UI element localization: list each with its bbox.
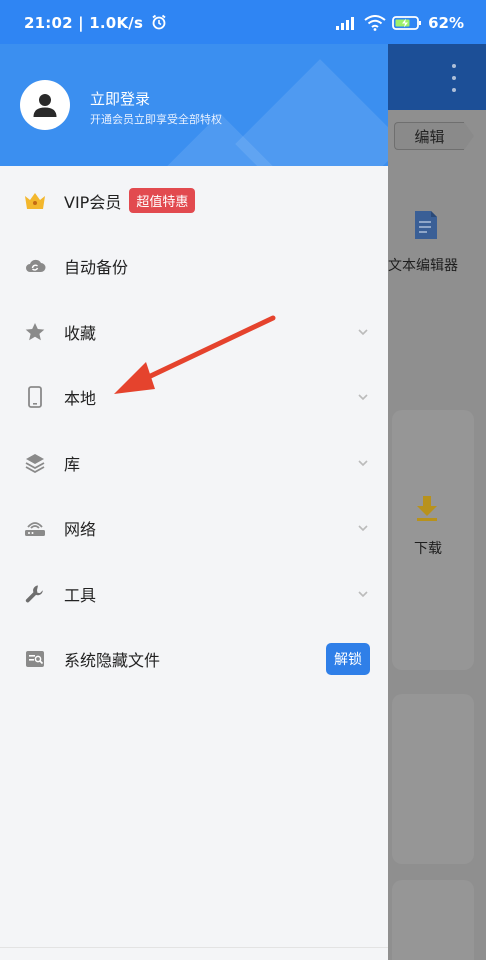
menu-item-label: 收藏	[64, 323, 97, 343]
menu-item-label: 系统隐藏文件	[64, 651, 161, 671]
navigation-drawer: 立即登录 开通会员立即享受全部特权 VIP会员 超值特惠 自动备份 收藏 本地 …	[0, 44, 388, 960]
drawer-menu: VIP会员 超值特惠 自动备份 收藏 本地 库 网络 工具 系统隐藏文件 解锁	[0, 168, 388, 692]
battery-charging-icon	[392, 16, 422, 30]
layers-icon	[24, 452, 46, 474]
status-time: 21:02 | 1.0K/s	[24, 14, 167, 32]
menu-item-local[interactable]: 本地	[0, 365, 388, 431]
wrench-icon	[24, 583, 46, 605]
alarm-icon	[151, 14, 166, 30]
avatar[interactable]	[20, 80, 70, 130]
signal-icon	[336, 17, 355, 30]
menu-item-label: 库	[64, 454, 81, 474]
drawer-header[interactable]: 立即登录 开通会员立即享受全部特权	[0, 44, 388, 166]
chevron-down-icon[interactable]	[358, 590, 368, 598]
chevron-down-icon[interactable]	[358, 459, 368, 467]
status-bar: 21:02 | 1.0K/s 62%	[0, 0, 486, 44]
menu-item-hidden-files[interactable]: 系统隐藏文件 解锁	[0, 627, 388, 693]
text-editor-icon[interactable]	[413, 209, 439, 241]
battery-percent: 62%	[428, 14, 464, 32]
menu-item-network[interactable]: 网络	[0, 496, 388, 562]
menu-item-label: 工具	[64, 585, 97, 605]
promo-badge: 超值特惠	[129, 188, 196, 214]
menu-item-label: 本地	[64, 389, 97, 409]
download-label[interactable]: 下载	[414, 538, 442, 558]
text-editor-label[interactable]: 文本编辑器	[388, 255, 486, 275]
network-router-icon	[24, 517, 46, 539]
login-subtitle: 开通会员立即享受全部特权	[90, 113, 222, 126]
menu-item-label: 网络	[64, 520, 97, 540]
user-icon	[33, 94, 57, 117]
cloud-sync-icon	[24, 255, 46, 277]
wifi-icon	[364, 15, 386, 31]
chevron-down-icon[interactable]	[358, 393, 368, 401]
menu-item-favorites[interactable]: 收藏	[0, 299, 388, 365]
menu-item-label: 自动备份	[64, 258, 129, 278]
menu-item-tools[interactable]: 工具	[0, 561, 388, 627]
phone-icon	[24, 386, 46, 409]
background-card	[392, 880, 474, 960]
header-decoration	[235, 59, 388, 166]
edit-button[interactable]: 编辑	[394, 122, 474, 150]
menu-item-library[interactable]: 库	[0, 430, 388, 496]
crown-icon	[24, 190, 46, 212]
star-icon	[24, 321, 46, 343]
menu-item-auto-backup[interactable]: 自动备份	[0, 234, 388, 300]
hidden-file-icon	[24, 648, 46, 670]
status-icons: 62%	[334, 14, 464, 32]
menu-item-label: VIP会员	[64, 192, 122, 212]
background-card	[392, 694, 474, 864]
unlock-button[interactable]: 解锁	[326, 643, 370, 676]
menu-item-vip[interactable]: VIP会员 超值特惠	[0, 168, 388, 234]
more-options-icon[interactable]	[450, 64, 458, 92]
chevron-down-icon[interactable]	[358, 524, 368, 532]
download-icon[interactable]	[414, 494, 440, 522]
chevron-down-icon[interactable]	[358, 328, 368, 336]
divider	[0, 947, 388, 948]
login-title[interactable]: 立即登录	[90, 88, 150, 109]
